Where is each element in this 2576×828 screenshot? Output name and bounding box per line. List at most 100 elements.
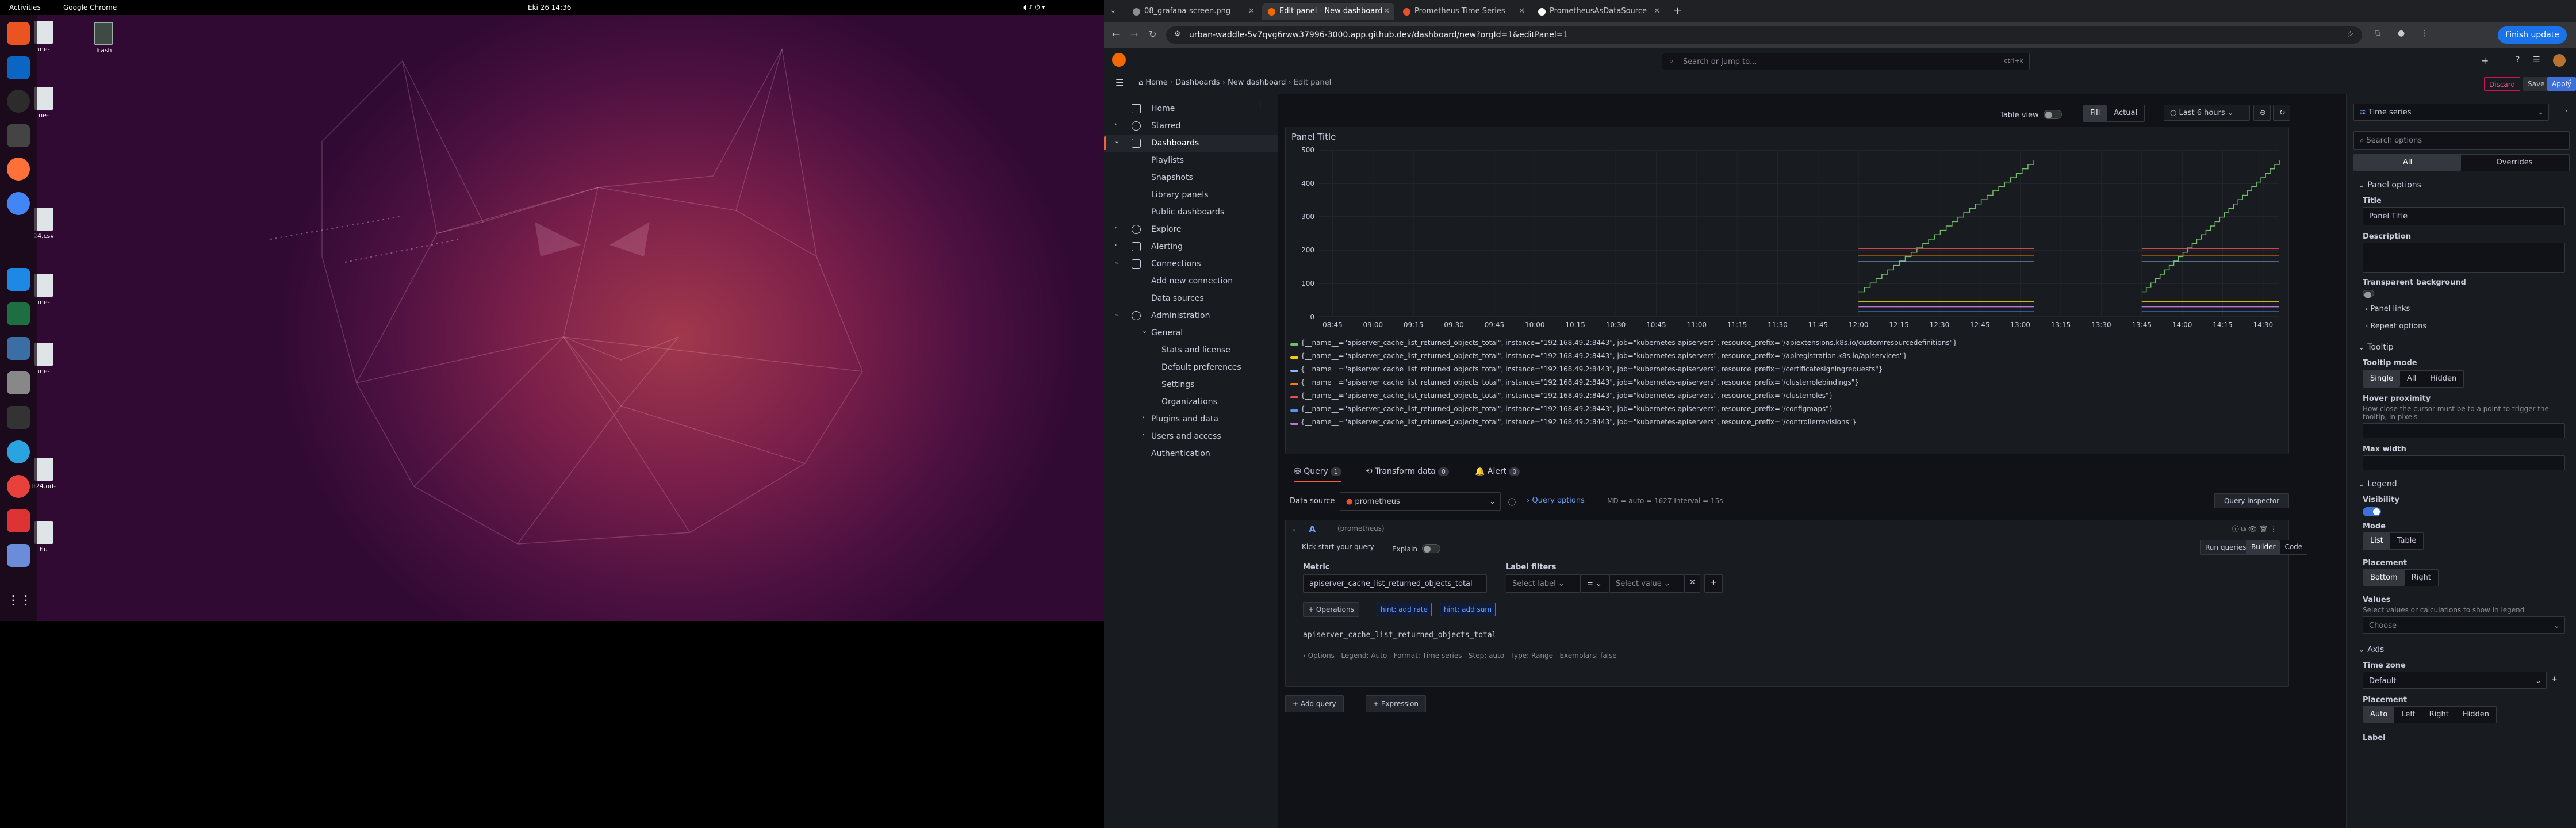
hint-add-rate-button[interactable]: hint: add rate [1377, 603, 1432, 616]
nav-item-default-preferences[interactable]: Default preferences [1104, 359, 1278, 376]
tooltip-mode-single[interactable]: Single [2363, 371, 2400, 387]
axis-placement-hidden[interactable]: Hidden [2456, 707, 2496, 723]
nav-item-stats-license[interactable]: Stats and license [1104, 342, 1278, 359]
operator-select[interactable]: = ⌄ [1581, 574, 1609, 593]
chevron-down-icon[interactable]: ⌄ [1114, 137, 1120, 145]
app-icon[interactable] [7, 544, 30, 567]
chevron-right-icon[interactable]: › [1114, 120, 1117, 128]
nav-item-plugins-data[interactable]: › Plugins and data [1104, 411, 1278, 428]
chevron-right-icon[interactable]: › [1142, 431, 1144, 438]
repeat-options-section[interactable]: › Repeat options [2365, 322, 2426, 331]
browser-tab-active[interactable]: Edit panel - New dashboard ✕ [1262, 3, 1394, 20]
value-select[interactable]: Select value ⌄ [1609, 574, 1684, 593]
label-select[interactable]: Select label ⌄ [1506, 574, 1581, 593]
legend-item[interactable]: {__name__="apiserver_cache_list_returned… [1290, 378, 1859, 391]
add-time-zone-icon[interactable]: + [2551, 675, 2558, 684]
spreadsheet-icon[interactable] [7, 302, 30, 325]
menu-icon[interactable]: ⋮ [2421, 29, 2429, 38]
chevron-right-icon[interactable]: › [1142, 413, 1144, 421]
app-center-icon[interactable] [7, 22, 30, 45]
run-queries-button[interactable]: Run queries [2200, 540, 2252, 555]
news-icon[interactable]: ☰ [2533, 55, 2540, 64]
panel-options-section[interactable]: ⌄ Panel options [2358, 181, 2421, 190]
address-bar[interactable]: ⚙ urban-waddle-5v7qvg6rww37996-3000.app.… [1166, 26, 2362, 44]
clock[interactable]: Eki 26 14:36 [528, 3, 571, 12]
zoom-out-icon[interactable]: ⊖ [2253, 105, 2271, 121]
tab-query[interactable]: ⛁ Query 1 [1294, 467, 1341, 482]
chevron-right-icon[interactable]: › [1114, 224, 1117, 231]
terminal-icon[interactable] [7, 406, 30, 429]
discard-button[interactable]: Discard [2484, 77, 2521, 91]
breadcrumb-new-dashboard[interactable]: New dashboard [1228, 78, 1286, 87]
tooltip-mode-all[interactable]: All [2400, 371, 2423, 387]
explain-switch[interactable] [1421, 544, 1440, 553]
breadcrumb-home[interactable]: Home [1145, 78, 1167, 87]
legend-placement-right[interactable]: Right [2405, 570, 2438, 586]
axis-section[interactable]: ⌄ Axis [2358, 645, 2384, 654]
axis-placement-radio[interactable]: Auto Left Right Hidden [2363, 706, 2497, 723]
back-icon[interactable]: ← [1112, 29, 1120, 40]
reload-icon[interactable]: ↻ [1149, 29, 1156, 40]
explain-toggle[interactable]: Explain [1392, 542, 1440, 553]
overrides-option[interactable]: Overrides [2461, 155, 2568, 171]
nav-item-alerting[interactable]: › Alerting [1104, 238, 1278, 255]
activities-button[interactable]: Activities [9, 3, 41, 12]
legend-mode-table[interactable]: Table [2390, 533, 2424, 549]
collapse-query-icon[interactable]: ⌄ [1291, 525, 1297, 532]
system-tray-icons[interactable]: ◖ ♪ ⏻ ▾ [1023, 3, 1045, 12]
legend-item[interactable]: {__name__="apiserver_cache_list_returned… [1290, 352, 1907, 365]
forward-icon[interactable]: → [1130, 29, 1138, 40]
chevron-down-icon[interactable]: ⌄ [1114, 258, 1120, 266]
legend-item[interactable]: {__name__="apiserver_cache_list_returned… [1290, 339, 1957, 351]
refresh-icon[interactable]: ↻ [2273, 105, 2290, 121]
nav-item-general[interactable]: ⌄ General [1104, 324, 1278, 342]
firefox-icon[interactable] [7, 158, 30, 181]
zoom-icon[interactable] [7, 56, 30, 79]
tab-alert[interactable]: 🔔 Alert 0 [1475, 467, 1520, 476]
browser-tab[interactable]: PrometheusAsDataSource ✕ [1532, 3, 1665, 20]
help-icon[interactable]: ? [2516, 55, 2520, 64]
legend-item[interactable]: {__name__="apiserver_cache_list_returned… [1290, 365, 1883, 378]
app-icon[interactable] [7, 124, 30, 147]
query-ref-id[interactable]: A [1309, 524, 1316, 535]
nav-item-administration[interactable]: ⌄ Administration [1104, 307, 1278, 324]
writer-icon[interactable] [7, 337, 30, 360]
finish-update-button[interactable]: Finish update [2498, 26, 2567, 44]
nav-item-playlists[interactable]: Playlists [1104, 152, 1278, 169]
max-width-input[interactable] [2363, 455, 2565, 470]
browser-tab[interactable]: 08_grafana-screen.png ✕ [1127, 3, 1259, 20]
fill-option[interactable]: Fill [2083, 105, 2107, 121]
nav-item-dashboards[interactable]: ⌄ Dashboards [1104, 135, 1278, 152]
help-circle-icon[interactable]: ⓘ [1508, 496, 1516, 507]
panel-links-section[interactable]: › Panel links [2365, 305, 2410, 313]
axis-placement-auto[interactable]: Auto [2363, 707, 2395, 723]
nav-item-library-panels[interactable]: Library panels [1104, 186, 1278, 204]
docs-icon[interactable] [7, 268, 30, 291]
tab-search-icon[interactable]: ⌄ [1110, 6, 1117, 15]
app-menu[interactable]: Google Chrome [63, 3, 117, 12]
chevron-down-icon[interactable]: ⌄ [1142, 327, 1147, 335]
nav-item-connections[interactable]: ⌄ Connections [1104, 255, 1278, 273]
nav-item-snapshots[interactable]: Snapshots [1104, 169, 1278, 186]
extensions-icon[interactable]: ⧉ [2375, 29, 2380, 38]
close-tab-icon[interactable]: ✕ [1654, 7, 1660, 16]
nav-item-data-sources[interactable]: Data sources [1104, 290, 1278, 307]
builder-code-switch[interactable]: Builder Code [2246, 540, 2308, 555]
time-range-picker[interactable]: ◷ Last 6 hours ⌄ [2164, 105, 2250, 121]
fill-actual-switch[interactable]: Fill Actual [2083, 105, 2145, 122]
legend-mode-list[interactable]: List [2363, 533, 2390, 549]
collapse-header-icon[interactable]: ⌃ [2567, 78, 2573, 86]
telegram-icon[interactable] [7, 440, 30, 463]
menu-toggle-icon[interactable]: ☰ [1116, 77, 1124, 88]
transparent-background-switch[interactable] [2363, 290, 2374, 298]
legend-item[interactable]: {__name__="apiserver_cache_list_returned… [1290, 405, 1833, 417]
time-series-chart[interactable]: 0 100 200 300 400 500 08:45 09:00 09:15 09:30 09:4… [1290, 144, 2285, 346]
query-inspector-button[interactable]: Query inspector [2214, 493, 2289, 508]
hint-add-sum-button[interactable]: hint: add sum [1440, 603, 1496, 616]
obs-icon[interactable] [7, 90, 30, 113]
all-overrides-switch[interactable]: All Overrides [2353, 154, 2570, 171]
add-query-button[interactable]: + Add query [1285, 695, 1344, 712]
table-view-toggle[interactable]: Table view [1994, 105, 2065, 121]
collapse-pane-icon[interactable]: › [2565, 107, 2568, 116]
add-new-icon[interactable]: + [2481, 55, 2489, 66]
